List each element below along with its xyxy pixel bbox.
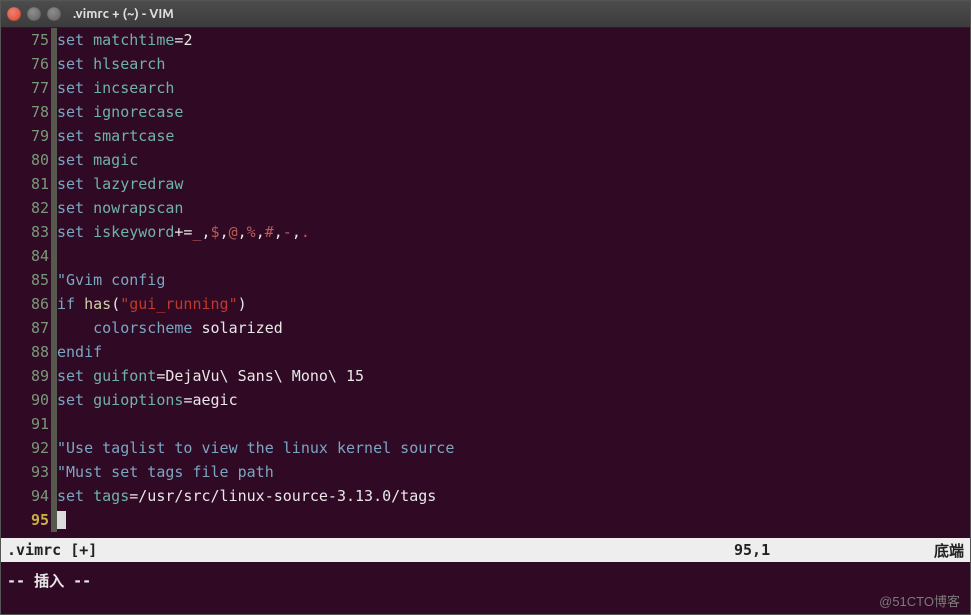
editor-viewport[interactable]: 75set matchtime=276set hlsearch77set inc… [1,28,970,532]
code-line[interactable]: 77set incsearch [1,76,970,100]
code-line[interactable]: 93"Must set tags file path [1,460,970,484]
code-text[interactable]: set iskeyword+=_,$,@,%,#,-,. [57,220,310,244]
code-text[interactable]: set nowrapscan [57,196,183,220]
line-number: 83 [1,220,51,244]
fold-column [51,412,57,436]
code-line[interactable]: 94set tags=/usr/src/linux-source-3.13.0/… [1,484,970,508]
code-text[interactable]: set guifont=DejaVu\ Sans\ Mono\ 15 [57,364,364,388]
code-line[interactable]: 95 [1,508,970,532]
code-line[interactable]: 79set smartcase [1,124,970,148]
status-filename: .vimrc [+] [7,541,97,559]
code-text[interactable]: "Must set tags file path [57,460,274,484]
code-line[interactable]: 80set magic [1,148,970,172]
line-number: 76 [1,52,51,76]
code-text[interactable]: set matchtime=2 [57,28,192,52]
code-line[interactable]: 76set hlsearch [1,52,970,76]
code-text[interactable]: set ignorecase [57,100,183,124]
watermark-text: @51CTO博客 [879,591,960,610]
maximize-icon[interactable] [47,7,61,21]
status-scroll: 底端 [904,540,964,561]
code-text[interactable]: if has("gui_running") [57,292,247,316]
code-line[interactable]: 87 colorscheme solarized [1,316,970,340]
code-text[interactable]: set magic [57,148,138,172]
line-number: 78 [1,100,51,124]
code-text[interactable]: set guioptions=aegic [57,388,238,412]
mode-indicator: -- 插入 -- [1,566,91,596]
code-line[interactable]: 88endif [1,340,970,364]
close-icon[interactable] [7,7,21,21]
window-titlebar: .vimrc + (~) - VIM [1,1,970,28]
code-text[interactable]: colorscheme solarized [57,316,283,340]
line-number: 79 [1,124,51,148]
code-line[interactable]: 85"Gvim config [1,268,970,292]
code-line[interactable]: 75set matchtime=2 [1,28,970,52]
line-number: 86 [1,292,51,316]
window-title: .vimrc + (~) - VIM [73,7,174,21]
line-number: 81 [1,172,51,196]
code-line[interactable]: 89set guifont=DejaVu\ Sans\ Mono\ 15 [1,364,970,388]
text-cursor [57,511,66,529]
line-number: 82 [1,196,51,220]
code-text[interactable]: set incsearch [57,76,174,100]
code-text[interactable]: endif [57,340,102,364]
line-number: 87 [1,316,51,340]
line-number: 85 [1,268,51,292]
code-line[interactable]: 86if has("gui_running") [1,292,970,316]
line-number: 90 [1,388,51,412]
line-number: 91 [1,412,51,436]
code-line[interactable]: 92"Use taglist to view the linux kernel … [1,436,970,460]
code-line[interactable]: 81set lazyredraw [1,172,970,196]
code-text[interactable]: "Use taglist to view the linux kernel so… [57,436,454,460]
line-number: 94 [1,484,51,508]
line-number: 89 [1,364,51,388]
code-text[interactable] [57,508,66,532]
code-text[interactable]: set lazyredraw [57,172,183,196]
code-line[interactable]: 91 [1,412,970,436]
line-number: 84 [1,244,51,268]
code-text[interactable]: set smartcase [57,124,174,148]
code-line[interactable]: 82set nowrapscan [1,196,970,220]
code-text[interactable]: set hlsearch [57,52,165,76]
code-line[interactable]: 84 [1,244,970,268]
code-text[interactable]: set tags=/usr/src/linux-source-3.13.0/ta… [57,484,436,508]
line-number: 92 [1,436,51,460]
status-bar: .vimrc [+] 95,1 底端 [1,538,970,562]
code-line[interactable]: 90set guioptions=aegic [1,388,970,412]
minimize-icon[interactable] [27,7,41,21]
line-number: 95 [1,508,51,532]
fold-column [51,244,57,268]
line-number: 88 [1,340,51,364]
line-number: 93 [1,460,51,484]
line-number: 75 [1,28,51,52]
code-line[interactable]: 83set iskeyword+=_,$,@,%,#,-,. [1,220,970,244]
line-number: 80 [1,148,51,172]
line-number: 77 [1,76,51,100]
code-line[interactable]: 78set ignorecase [1,100,970,124]
status-position: 95,1 [734,541,904,559]
code-text[interactable]: "Gvim config [57,268,165,292]
